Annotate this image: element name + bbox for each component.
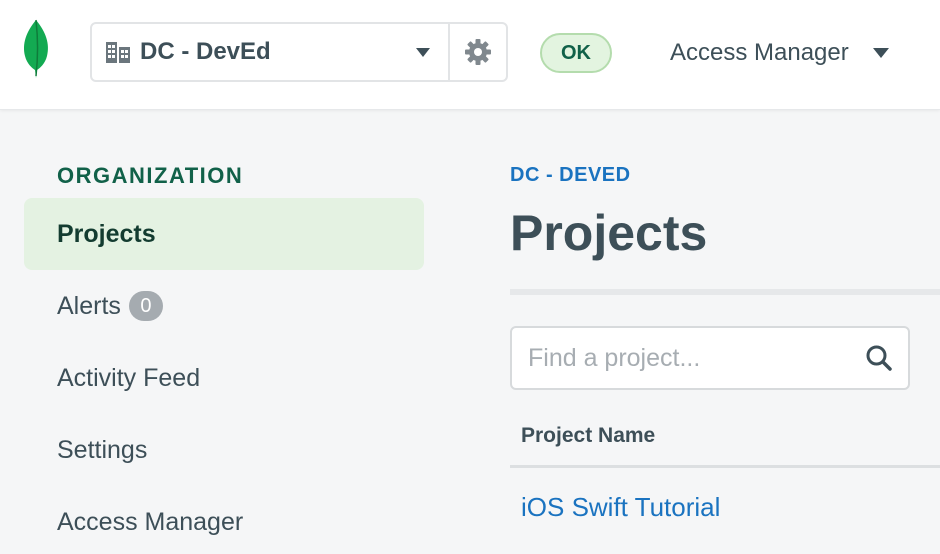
divider xyxy=(510,289,940,295)
search-icon[interactable] xyxy=(850,328,908,388)
sidebar-item-access-manager[interactable]: Access Manager xyxy=(24,486,424,554)
sidebar-item-label: Activity Feed xyxy=(57,363,201,392)
sidebar-item-activity-feed[interactable]: Activity Feed xyxy=(24,342,424,414)
breadcrumb[interactable]: DC - DEVED xyxy=(510,164,631,187)
project-search xyxy=(510,326,910,390)
mongodb-leaf-icon[interactable] xyxy=(20,18,52,78)
sidebar-item-label: Alerts xyxy=(57,291,121,320)
access-manager-label: Access Manager xyxy=(670,39,849,66)
access-manager-dropdown[interactable]: Access Manager xyxy=(670,36,889,70)
org-name: DC - DevEd xyxy=(140,38,271,65)
page-title: Projects xyxy=(510,205,708,261)
chevron-down-icon xyxy=(872,48,889,58)
divider xyxy=(510,465,940,468)
org-selector[interactable]: DC - DevEd xyxy=(90,22,508,82)
building-icon xyxy=(104,38,132,66)
search-input[interactable] xyxy=(512,328,850,388)
sidebar-item-label: Access Manager xyxy=(57,507,244,536)
sidebar-section-title: ORGANIZATION xyxy=(57,163,244,188)
gear-icon[interactable] xyxy=(448,24,506,80)
sidebar-item-settings[interactable]: Settings xyxy=(24,414,424,486)
sidebar-item-projects[interactable]: Projects xyxy=(24,198,424,270)
top-bar: DC - DevEd OK Access Manager xyxy=(0,0,940,110)
table-row[interactable]: iOS Swift Tutorial xyxy=(521,492,720,523)
alerts-count-badge: 0 xyxy=(128,291,163,321)
sidebar-item-label: Projects xyxy=(57,219,156,248)
chevron-down-icon[interactable] xyxy=(416,47,430,57)
status-badge: OK xyxy=(540,33,612,73)
sidebar-item-alerts[interactable]: Alerts 0 xyxy=(24,270,424,342)
column-header-project-name[interactable]: Project Name xyxy=(521,424,655,448)
sidebar-item-label: Settings xyxy=(57,435,148,464)
